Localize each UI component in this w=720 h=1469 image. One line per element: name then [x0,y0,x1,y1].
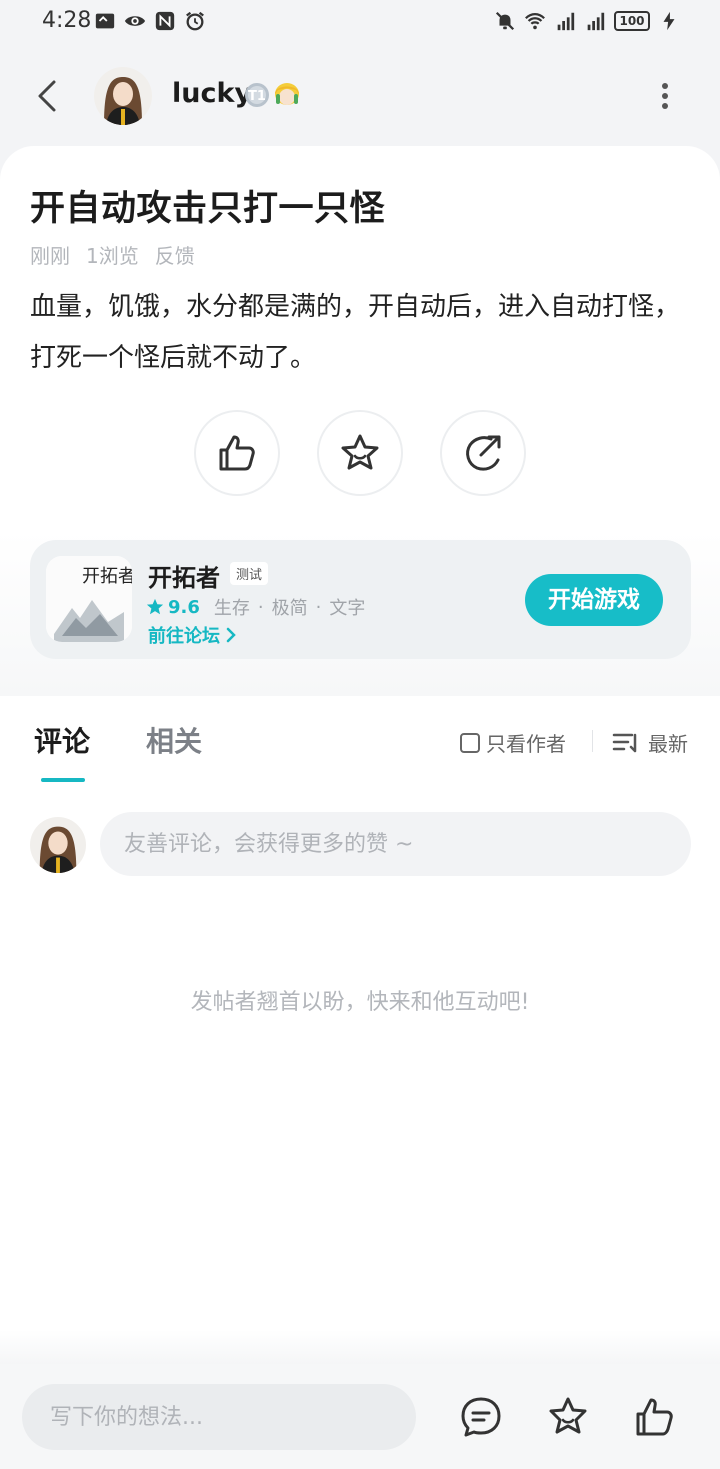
favorite-button[interactable] [317,410,403,496]
like-button[interactable] [194,410,280,496]
more-vertical-icon[interactable] [650,78,680,114]
status-right-icons: 100 [494,10,680,32]
author-username[interactable]: lucky [172,78,252,109]
battery-indicator: 100 [614,11,650,31]
game-stats: 9.6 生存 · 极简 · 文字 [146,594,365,620]
comment-input[interactable] [100,812,691,876]
bottom-bar [0,1364,720,1469]
svg-text:开拓者: 开拓者 [82,566,132,587]
back-arrow-icon[interactable] [30,76,66,116]
charging-icon [663,11,675,31]
share-button[interactable] [440,410,526,496]
post-views: 1浏览 [86,244,139,268]
post-time: 刚刚 [30,244,70,268]
comment-tabs: 评论 相关 只看作者 最新 [0,700,720,790]
author-only-toggle[interactable]: 只看作者 [460,728,566,757]
current-user-avatar [30,817,86,873]
post-meta: 刚刚 1浏览 反馈 [30,240,195,269]
share-icon [466,435,501,471]
sort-label: 最新 [648,732,688,756]
game-tag: 测试 [230,562,269,585]
alarm-icon [186,11,204,31]
svg-text:T1: T1 [248,89,266,104]
status-bar: 4:28 100 [0,0,720,44]
author-only-label: 只看作者 [486,732,566,756]
post-actions [0,410,720,496]
author-avatar[interactable] [94,67,152,125]
divider [592,730,593,752]
tab-related[interactable]: 相关 [146,720,202,760]
forum-link[interactable]: 前往论坛 [148,622,238,648]
post-card: 开自动攻击只打一只怪 刚刚 1浏览 反馈 血量，饥饿，水分都是满的，开自动后，进… [0,146,720,696]
mute-bell-icon [495,11,515,31]
game-card[interactable]: 开拓者 开拓者 测试 9.6 生存 · 极简 · 文字 前往论坛 开始游戏 [30,540,691,659]
comment-icon[interactable] [458,1394,504,1440]
game-logo: 开拓者 [46,556,132,642]
signal-4g-icon [557,12,575,31]
reply-input[interactable] [22,1384,416,1450]
wifi-icon [525,12,545,30]
forum-link-label: 前往论坛 [148,626,220,647]
character-badge-icon [275,83,299,105]
start-game-button[interactable]: 开始游戏 [525,574,663,626]
level-badge-icon: T1 [245,83,269,107]
tab-indicator [41,778,85,782]
sort-toggle[interactable]: 最新 [612,728,688,757]
status-time: 4:28 [42,8,92,33]
comment-input-row [0,810,720,880]
like-icon [219,435,255,471]
game-genre: 极简 [271,598,308,619]
post-body: 血量，饥饿，水分都是满的，开自动后，进入自动打怪，打死一个怪后就不动了。 [30,292,681,373]
rating-star-icon [146,598,164,615]
like-icon[interactable] [632,1394,678,1440]
sort-icon [612,733,637,752]
star-icon[interactable] [545,1394,591,1440]
signal-5g-icon [587,12,605,31]
chevron-right-icon [226,627,236,643]
post-title: 开自动攻击只打一只怪 [30,189,386,229]
feedback-link[interactable]: 反馈 [155,240,195,269]
genre-separator: · [315,596,322,618]
star-icon [341,434,379,470]
eye-icon [124,16,146,26]
post-header: lucky T1 [0,56,720,136]
status-left-icons [94,10,206,32]
bottom-fade [0,1330,720,1364]
message-icon [95,13,115,29]
game-rating: 9.6 [168,596,200,618]
author-only-checkbox[interactable] [460,732,480,753]
game-genre: 生存 [213,598,250,619]
empty-comments-hint: 发帖者翘首以盼，快来和他互动吧! [190,990,530,1015]
genre-separator: · [257,596,264,618]
game-genre: 文字 [329,598,366,619]
nfc-icon [155,11,175,31]
game-name: 开拓者 [148,564,220,592]
tab-comments[interactable]: 评论 [34,720,90,760]
